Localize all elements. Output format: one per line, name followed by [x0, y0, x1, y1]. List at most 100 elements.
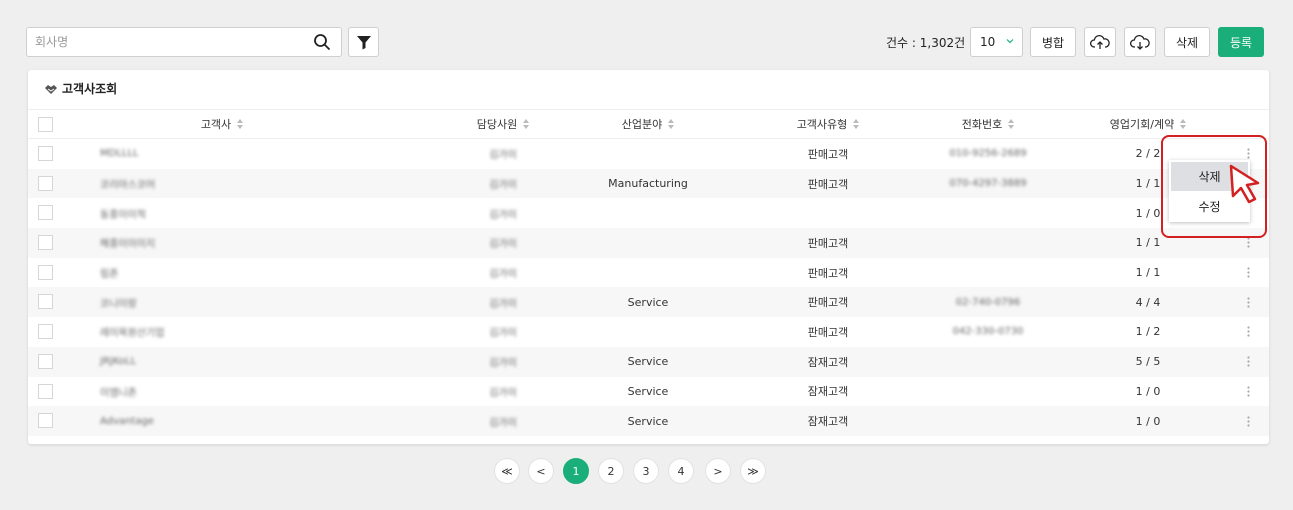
- cell-phone: [898, 228, 1078, 258]
- row-more-button[interactable]: [1233, 406, 1263, 436]
- cell-industry: Service: [627, 414, 669, 428]
- row-checkbox[interactable]: [38, 383, 53, 399]
- table-row[interactable]: 코니이랑 김가이 Service 판매고객 02-740-0796 4 / 4: [28, 287, 1269, 318]
- page-button-4[interactable]: 4: [668, 458, 694, 484]
- cell-type: 판매고객: [807, 325, 849, 339]
- first-page-button[interactable]: ≪: [494, 458, 520, 484]
- cursor-arrow-icon: [1229, 164, 1260, 204]
- table-header: 고객사 담당사원 산업분야 고객사유형 전화번호 영업기회/계약: [28, 109, 1269, 139]
- page-button-2[interactable]: 2: [598, 458, 624, 484]
- row-checkbox[interactable]: [38, 235, 53, 251]
- sort-icon: [1180, 119, 1187, 129]
- cell-company: 동흥이이적: [100, 209, 146, 221]
- cell-deal: 4 / 4: [1135, 295, 1161, 309]
- cell-deal: 5 / 5: [1135, 355, 1161, 369]
- table-row[interactable]: 해흥이이이지 김가이 판매고객 1 / 1: [28, 228, 1269, 258]
- table-row[interactable]: 동흥이이적 김가이 1 / 0: [28, 198, 1269, 228]
- cell-company: JRJKoLL: [100, 356, 137, 368]
- cell-industry: Service: [627, 295, 669, 309]
- cell-phone: [898, 377, 1078, 407]
- row-checkbox[interactable]: [38, 146, 53, 161]
- search-input[interactable]: [27, 28, 297, 56]
- row-checkbox[interactable]: [38, 413, 53, 429]
- table-row[interactable]: 림존 김가이 판매고객 1 / 1: [28, 258, 1269, 288]
- cell-phone: [898, 198, 1078, 228]
- cell-type: 판매고객: [807, 177, 849, 191]
- row-checkbox[interactable]: [38, 294, 53, 310]
- cell-company: 해흥이이이지: [100, 239, 156, 251]
- row-checkbox[interactable]: [38, 353, 53, 369]
- row-more-button[interactable]: [1233, 287, 1263, 317]
- next-page-button[interactable]: >: [705, 458, 731, 484]
- table-row[interactable]: 레이목원산기업 김가이 판매고객 042-330-0730 1 / 2: [28, 317, 1269, 347]
- table-row[interactable]: Advantage 김가이 Service 잠재고객 1 / 0: [28, 406, 1269, 436]
- download-button[interactable]: [1124, 27, 1156, 57]
- table-row[interactable]: MDLLLL 김가이 판매고객 010-9256-2689 2 / 2: [28, 139, 1269, 169]
- cell-industry: [558, 258, 738, 288]
- sort-icon: [668, 119, 675, 129]
- row-checkbox[interactable]: [38, 205, 53, 221]
- filter-icon: [356, 36, 371, 50]
- more-vertical-icon: [1246, 415, 1250, 427]
- row-checkbox[interactable]: [38, 324, 53, 340]
- select-all-checkbox[interactable]: [38, 117, 53, 132]
- page-button-1[interactable]: 1: [563, 458, 589, 484]
- col-header-type[interactable]: 고객사유형: [738, 110, 918, 138]
- col-header-phone[interactable]: 전화번호: [898, 110, 1078, 138]
- cell-deal: 1 / 1: [1135, 266, 1161, 280]
- table-row[interactable]: 코리아스코어 김가이 Manufacturing 판매고객 070-4297-3889 1…: [28, 168, 1269, 199]
- cell-type: 잠재고객: [807, 385, 849, 399]
- delete-button[interactable]: 삭제: [1164, 27, 1210, 57]
- prev-page-button[interactable]: <: [528, 458, 554, 484]
- merge-button[interactable]: 병합: [1030, 27, 1076, 57]
- col-header-company[interactable]: 고객사: [88, 110, 356, 138]
- cell-type: [738, 198, 918, 228]
- cell-deal: 1 / 0: [1135, 414, 1161, 428]
- cell-deal: 1 / 0: [1135, 384, 1161, 398]
- cell-industry: [558, 228, 738, 258]
- search-icon[interactable]: [313, 33, 331, 51]
- customer-list-card: 고객사조회 고객사 담당사원 산업분야 고객사유형 전화번호 영업기회/계약 M…: [28, 70, 1269, 444]
- cell-phone: [898, 406, 1078, 436]
- page-size-value: 10: [980, 35, 996, 49]
- cell-type: 판매고객: [807, 236, 849, 250]
- cell-deal: 1 / 2: [1135, 325, 1161, 339]
- row-more-button[interactable]: [1233, 377, 1263, 407]
- chevron-down-icon: [1006, 39, 1014, 44]
- total-count: 건수 : 1,302건: [886, 36, 966, 50]
- cell-type: 판매고객: [807, 266, 849, 280]
- cell-company: 레이목원산기업: [100, 328, 165, 340]
- cell-industry: [558, 317, 738, 347]
- customer-table: 고객사 담당사원 산업분야 고객사유형 전화번호 영업기회/계약 MDLLLL 김…: [28, 109, 1269, 436]
- table-row[interactable]: 이엠니존 김가이 Service 잠재고객 1 / 0: [28, 377, 1269, 407]
- more-vertical-icon: [1246, 237, 1250, 249]
- more-vertical-icon: [1246, 326, 1250, 338]
- page-size-select[interactable]: 10: [970, 27, 1023, 57]
- cell-company: 코니이랑: [100, 298, 137, 310]
- last-page-button[interactable]: ≫: [740, 458, 766, 484]
- row-checkbox[interactable]: [38, 264, 53, 280]
- cell-company: 코리아스코어: [100, 180, 156, 192]
- handshake-icon: [45, 84, 57, 94]
- page-button-3[interactable]: 3: [633, 458, 659, 484]
- register-button[interactable]: 등록: [1218, 27, 1264, 57]
- col-header-industry[interactable]: 산업분야: [558, 110, 738, 138]
- more-vertical-icon: [1246, 356, 1250, 367]
- cell-industry: [558, 198, 738, 228]
- cell-phone: 010-9256-2689: [949, 148, 1027, 160]
- cell-industry: Service: [627, 355, 669, 369]
- table-row[interactable]: JRJKoLL 김가이 Service 잠재고객 5 / 5: [28, 346, 1269, 377]
- search-box: [26, 27, 342, 57]
- cell-phone: 042-330-0730: [952, 326, 1024, 338]
- row-more-button[interactable]: [1233, 258, 1263, 288]
- row-more-button[interactable]: [1233, 317, 1263, 347]
- cell-phone: 070-4297-3889: [949, 178, 1027, 190]
- col-header-deal[interactable]: 영업기회/계약: [1078, 110, 1218, 138]
- filter-button[interactable]: [348, 27, 379, 57]
- cloud-upload-icon: [1090, 34, 1110, 49]
- upload-button[interactable]: [1084, 27, 1116, 57]
- sort-icon: [1008, 119, 1015, 129]
- row-checkbox[interactable]: [38, 175, 53, 191]
- cell-phone: 02-740-0796: [955, 296, 1021, 308]
- row-more-button[interactable]: [1233, 347, 1263, 377]
